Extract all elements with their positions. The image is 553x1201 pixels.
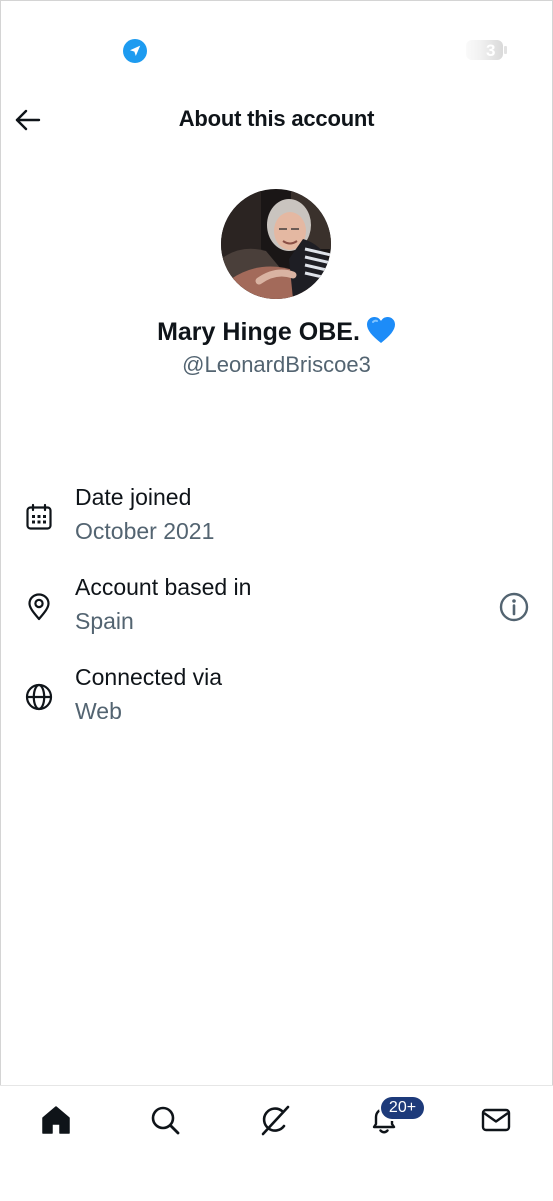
location-arrow-icon <box>123 39 147 63</box>
calendar-icon <box>26 503 52 530</box>
info-row-date-joined: Date joined October 2021 <box>0 480 553 552</box>
search-icon[interactable] <box>148 1103 182 1137</box>
globe-icon <box>25 683 53 711</box>
status-bar: 3 <box>0 0 553 90</box>
home-icon[interactable] <box>39 1103 73 1137</box>
info-value: Web <box>75 698 122 724</box>
bottom-tab-bar: 20+ <box>0 1085 553 1201</box>
messages-icon[interactable] <box>479 1103 513 1137</box>
info-label: Date joined <box>75 484 192 510</box>
page-title: About this account <box>178 106 375 131</box>
battery-level: 3 <box>486 41 496 60</box>
blue-heart-icon <box>366 317 395 343</box>
grok-icon[interactable] <box>258 1103 292 1137</box>
battery-icon: 3 <box>466 40 510 62</box>
info-label: Connected via <box>75 664 223 690</box>
info-row-connected-via: Connected via Web <box>0 660 553 732</box>
top-bar: About this account <box>0 90 553 150</box>
profile-photo <box>221 189 331 299</box>
info-label: Account based in <box>75 574 252 600</box>
notifications-badge: 20+ <box>381 1097 424 1119</box>
info-circle-icon <box>499 592 529 622</box>
display-name: Mary Hinge OBE. <box>0 316 553 347</box>
account-handle: @LeonardBriscoe3 <box>182 352 371 377</box>
info-value: Spain <box>75 608 134 634</box>
avatar[interactable] <box>221 189 331 299</box>
more-info-button[interactable] <box>498 591 530 623</box>
location-pin-icon <box>28 593 50 621</box>
display-name-text: Mary Hinge OBE. <box>157 318 360 346</box>
info-value: October 2021 <box>75 518 215 544</box>
info-row-account-based-in: Account based in Spain <box>0 570 553 642</box>
